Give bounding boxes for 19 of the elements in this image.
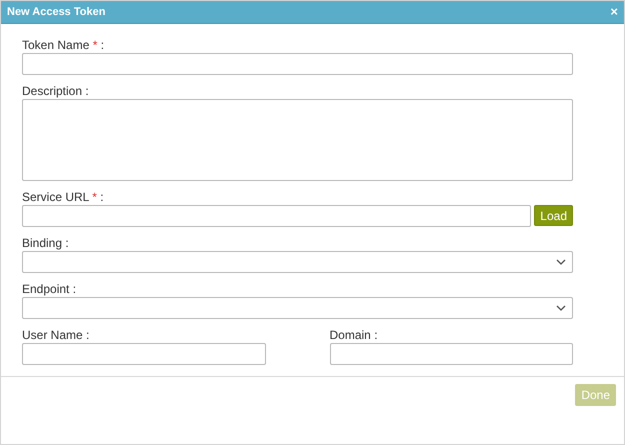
field-label: Description : xyxy=(22,83,89,99)
dropdown-field[interactable] xyxy=(22,251,573,273)
window-title: New Access Token xyxy=(7,6,106,18)
field-label: Service URL * : xyxy=(22,189,104,205)
chevron-down-icon xyxy=(556,305,566,311)
url-field[interactable] xyxy=(22,205,532,227)
close-button[interactable]: × xyxy=(610,5,618,19)
text-field[interactable] xyxy=(22,343,266,365)
description-field[interactable] xyxy=(22,99,573,181)
field-label: Binding : xyxy=(22,235,69,251)
text-field[interactable] xyxy=(330,343,573,365)
field-label: Token Name * : xyxy=(22,37,104,53)
dropdown-field[interactable] xyxy=(22,297,573,319)
chevron-down-icon xyxy=(556,259,566,265)
field-label: Endpoint : xyxy=(22,281,76,297)
load-button[interactable]: Load xyxy=(534,205,573,226)
text-field[interactable] xyxy=(22,53,573,75)
field-label: Domain : xyxy=(330,327,378,343)
field-label: User Name : xyxy=(22,327,90,343)
